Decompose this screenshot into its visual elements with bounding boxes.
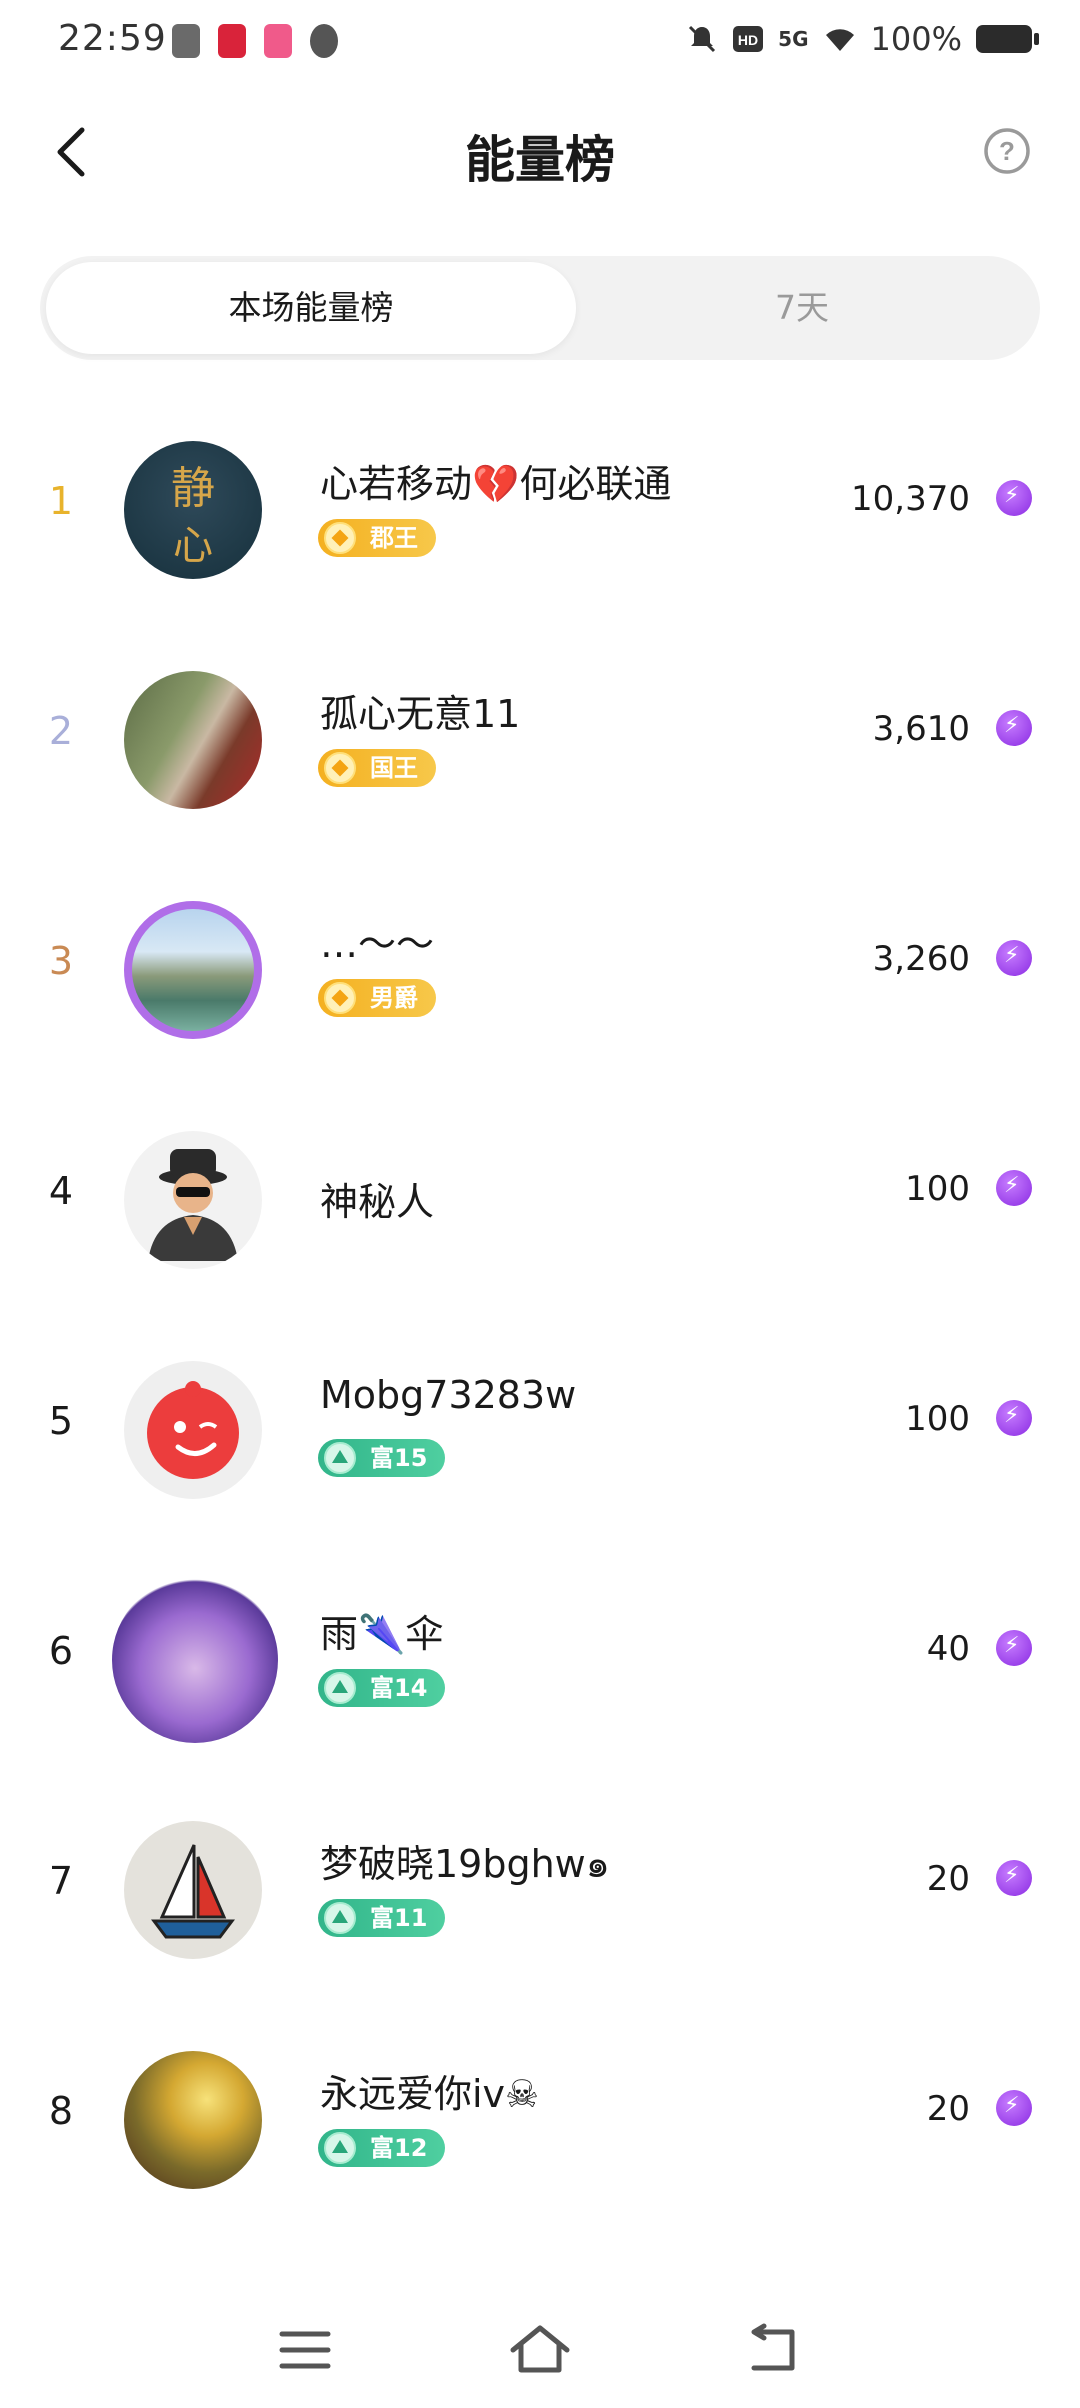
battery-icon <box>976 25 1039 53</box>
hd-icon: HD <box>733 26 764 52</box>
rank-number: 8 <box>48 2089 74 2133</box>
rank-number: 5 <box>48 1399 74 1443</box>
user-name: 梦破晓19bghw๑ <box>320 1842 610 1886</box>
badge-label: 富15 <box>370 1444 428 1472</box>
mystery-man-avatar[interactable] <box>124 1131 262 1269</box>
app-notification-icon <box>264 24 292 58</box>
user-name: Mobg73283w <box>320 1373 577 1417</box>
wifi-icon <box>825 29 854 51</box>
rank-number: 4 <box>48 1169 74 1213</box>
energy-bolt-icon <box>996 940 1032 976</box>
calligraphy-avatar[interactable]: 静 心 <box>124 441 262 579</box>
tab-session-ranking[interactable]: 本场能量榜 <box>46 262 576 354</box>
badge-label: 富14 <box>370 1674 428 1702</box>
network-type: 5G <box>778 27 809 51</box>
list-item[interactable]: 4 神秘人 100 <box>0 1085 1080 1315</box>
energy-bolt-icon <box>996 710 1032 746</box>
badge-label: 郡王 <box>370 524 418 552</box>
wealth-level-icon <box>324 2132 356 2164</box>
badge-label: 富11 <box>370 1904 428 1932</box>
back-icon[interactable] <box>740 2320 810 2380</box>
menu-icon[interactable] <box>270 2320 340 2380</box>
list-item[interactable]: 3 …～～ 男爵 3,260 <box>0 855 1080 1085</box>
rank-title-badge: 国王 <box>318 749 436 787</box>
energy-score: 100 <box>905 1399 970 1439</box>
page-title: 能量榜 <box>465 131 615 189</box>
system-nav-bar <box>0 2300 1080 2408</box>
rank-number: 3 <box>48 939 74 983</box>
forest-avatar[interactable] <box>124 2051 262 2189</box>
wealth-level-badge: 富15 <box>318 1439 446 1477</box>
list-item[interactable]: 8 永远爱你iv☠ 富12 20 <box>0 2005 1080 2235</box>
user-name: 神秘人 <box>320 1180 435 1224</box>
status-time: 22:59 <box>58 18 167 59</box>
crest-avatar[interactable] <box>112 1577 278 1743</box>
rank-title-badge: 郡王 <box>318 519 436 557</box>
svg-text:静: 静 <box>171 463 215 514</box>
ranking-tabs: 本场能量榜 7天 <box>40 256 1040 360</box>
user-name: 心若移动💔何必联通 <box>320 462 672 506</box>
energy-score: 40 <box>926 1629 970 1669</box>
energy-bolt-icon <box>996 1400 1032 1436</box>
energy-score: 3,610 <box>872 709 970 749</box>
energy-bolt-icon <box>996 480 1032 516</box>
badge-label: 富12 <box>370 2134 428 2162</box>
header: 能量榜 ? <box>0 100 1080 210</box>
user-name: 孤心无意11 <box>320 692 521 736</box>
energy-score: 100 <box>905 1169 970 1209</box>
clipboard-icon <box>172 24 200 58</box>
rank-number: 6 <box>48 1629 74 1673</box>
energy-score: 3,260 <box>872 939 970 979</box>
list-item[interactable]: 2 孤心无意11 国王 3,610 <box>0 625 1080 855</box>
wink-face-avatar[interactable] <box>124 1361 262 1499</box>
wealth-level-badge: 富14 <box>318 1669 446 1707</box>
tab-7-days[interactable]: 7天 <box>570 262 1034 354</box>
status-right: HD 5G 100% <box>686 20 1039 58</box>
svg-text:心: 心 <box>173 523 213 569</box>
user-name: …～～ <box>320 922 435 966</box>
svg-text:?: ? <box>999 136 1015 166</box>
badge-label: 男爵 <box>370 984 418 1012</box>
notification-icons <box>172 24 338 58</box>
user-name: 永远爱你iv☠ <box>320 2072 540 2116</box>
list-item[interactable]: 6 雨🌂伞 富14 40 <box>0 1545 1080 1775</box>
energy-score: 20 <box>926 1859 970 1899</box>
crown-gem-icon <box>324 522 356 554</box>
mute-icon <box>689 25 716 53</box>
list-item[interactable]: 1 静 心 心若移动💔何必联通 郡王 10,370 <box>0 395 1080 625</box>
wealth-level-icon <box>324 1902 356 1934</box>
home-icon[interactable] <box>505 2320 575 2380</box>
rank-title-badge: 男爵 <box>318 979 436 1017</box>
energy-bolt-icon <box>996 1630 1032 1666</box>
svg-text:HD: HD <box>738 32 758 48</box>
wealth-level-icon <box>324 1442 356 1474</box>
wealth-level-icon <box>324 1672 356 1704</box>
rank-number: 2 <box>48 709 74 753</box>
ranking-list: 1 静 心 心若移动💔何必联通 郡王 10,370 2 孤心无意11 国王 3,… <box>0 395 1080 2235</box>
sailboat-avatar[interactable] <box>124 1821 262 1959</box>
user-name: 雨🌂伞 <box>320 1612 444 1656</box>
rank-number: 1 <box>48 479 74 523</box>
app-notification-icon <box>218 24 246 58</box>
landscape-avatar[interactable] <box>124 901 262 1039</box>
portrait-avatar[interactable] <box>124 671 262 809</box>
battery-percent: 100% <box>870 20 962 58</box>
energy-score: 20 <box>926 2089 970 2129</box>
energy-bolt-icon <box>996 1170 1032 1206</box>
badge-label: 国王 <box>370 754 418 782</box>
crown-gem-icon <box>324 982 356 1014</box>
crown-gem-icon <box>324 752 356 784</box>
chat-icon <box>310 24 338 58</box>
wealth-level-badge: 富11 <box>318 1899 446 1937</box>
energy-bolt-icon <box>996 2090 1032 2126</box>
rank-number: 7 <box>48 1859 74 1903</box>
wealth-level-badge: 富12 <box>318 2129 446 2167</box>
list-item[interactable]: 7 梦破晓19bghw๑ 富11 20 <box>0 1775 1080 2005</box>
help-icon[interactable]: ? <box>982 126 1032 176</box>
energy-bolt-icon <box>996 1860 1032 1896</box>
list-item[interactable]: 5 Mobg73283w 富15 100 <box>0 1315 1080 1545</box>
status-bar: 22:59 HD 5G 100% <box>0 0 1080 84</box>
energy-score: 10,370 <box>851 479 970 519</box>
